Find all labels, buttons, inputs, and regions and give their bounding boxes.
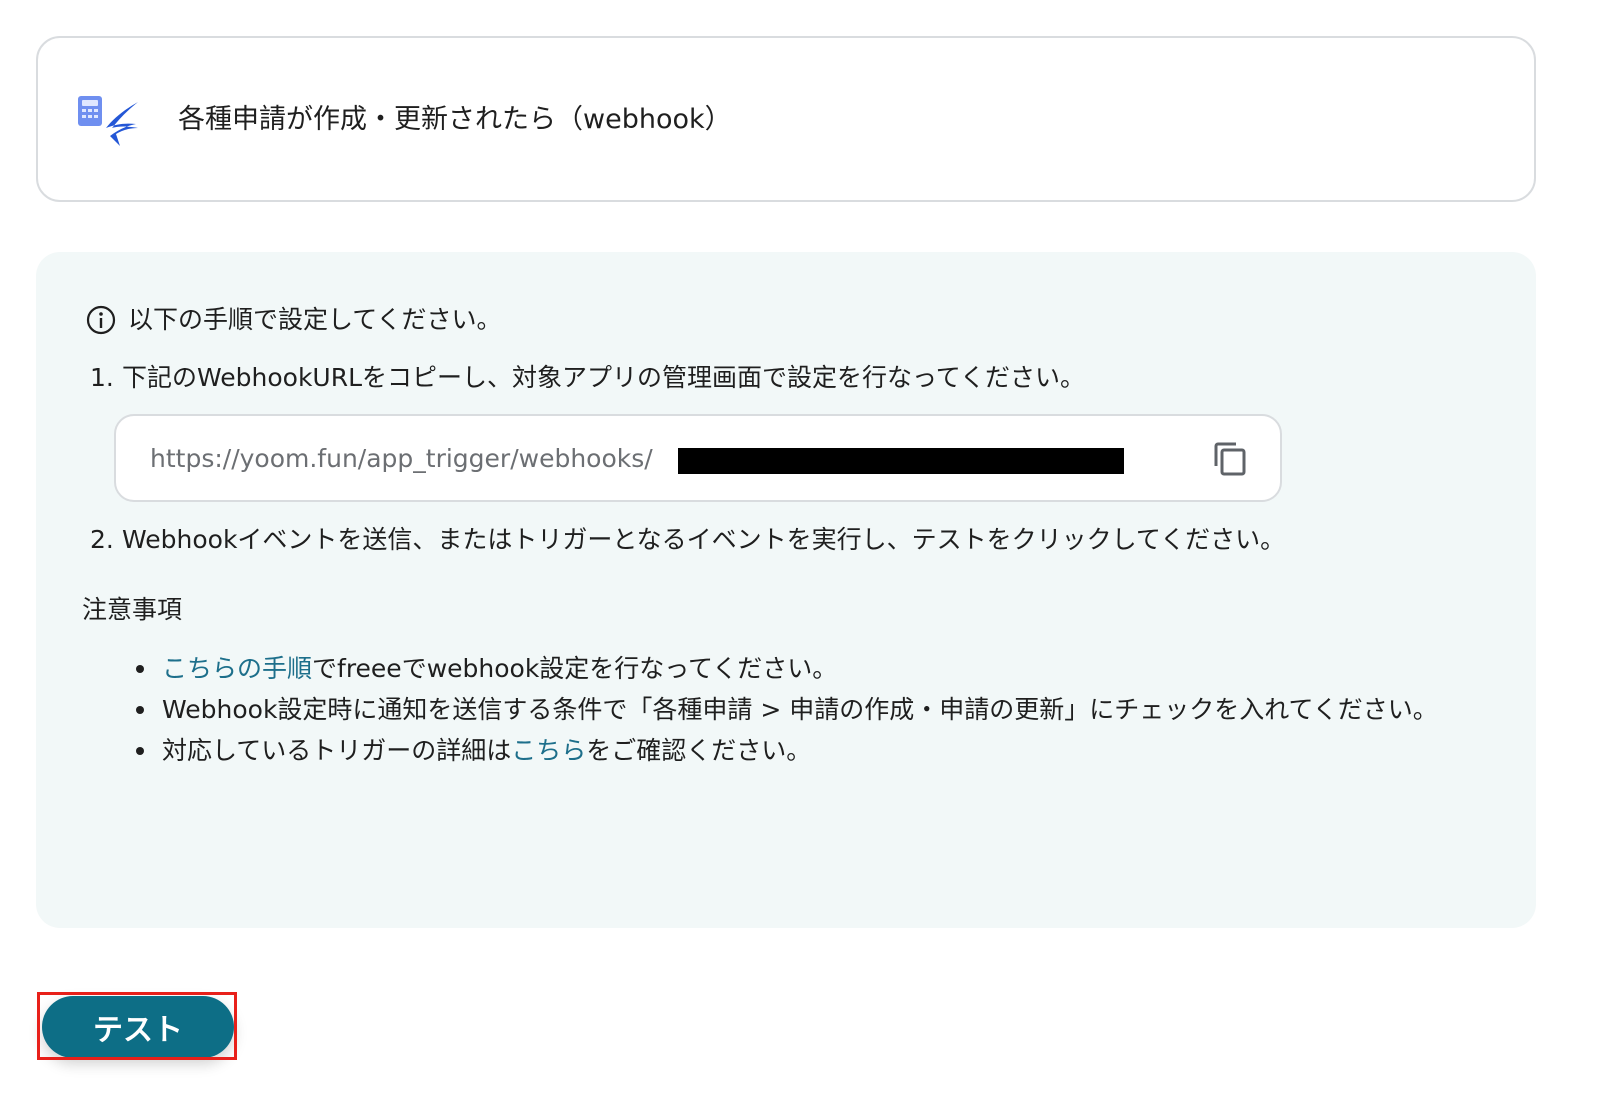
step-2: 2. Webhookイベントを送信、またはトリガーとなるイベントを実行し、テストを… (90, 522, 1285, 558)
note-item-1: こちらの手順でfreeeでwebhook設定を行なってください。 (134, 648, 1464, 689)
trigger-card: 各種申請が作成・更新されたら（webhook） (36, 36, 1536, 202)
step-1-number: 1. (90, 363, 114, 392)
test-button[interactable]: テスト (42, 996, 234, 1058)
step-1-text: 下記のWebhookURLをコピーし、対象アプリの管理画面で設定を行なってくださ… (122, 363, 1086, 392)
note-item-3-suffix: をご確認ください。 (586, 736, 812, 765)
notes-list: こちらの手順でfreeeでwebhook設定を行なってください。 Webhook… (134, 648, 1464, 771)
redacted-url-token (678, 448, 1124, 474)
note-item-1-text: でfreeeでwebhook設定を行なってください。 (312, 654, 838, 683)
instructions-heading-text: 以下の手順で設定してください。 (128, 305, 502, 334)
webhook-url-text[interactable]: https://yoom.fun/app_trigger/webhooks/ (150, 442, 653, 476)
trigger-title: 各種申請が作成・更新されたら（webhook） (178, 104, 732, 135)
webhook-url-field[interactable]: https://yoom.fun/app_trigger/webhooks/ (114, 414, 1282, 502)
notes-heading: 注意事項 (82, 595, 183, 624)
note-item-2: Webhook設定時に通知を送信する条件で「各種申請 > 申請の作成・申請の更新… (134, 689, 1464, 730)
setup-guide-link[interactable]: こちらの手順 (162, 654, 312, 683)
step-2-text: Webhookイベントを送信、またはトリガーとなるイベントを実行し、テストをクリ… (122, 525, 1286, 554)
info-icon (86, 305, 116, 335)
note-item-3-prefix: 対応しているトリガーの詳細は (162, 736, 512, 765)
step-2-number: 2. (90, 525, 114, 554)
copy-icon[interactable] (1210, 440, 1248, 478)
trigger-details-link[interactable]: こちら (511, 736, 586, 765)
instructions-panel: 以下の手順で設定してください。 1. 下記のWebhookURLをコピーし、対象ア… (36, 252, 1536, 928)
instructions-heading: 以下の手順で設定してください。 (86, 302, 502, 338)
freee-app-icon (76, 94, 142, 150)
note-item-3: 対応しているトリガーの詳細はこちらをご確認ください。 (134, 730, 1464, 771)
step-1: 1. 下記のWebhookURLをコピーし、対象アプリの管理画面で設定を行なってく… (90, 360, 1085, 396)
